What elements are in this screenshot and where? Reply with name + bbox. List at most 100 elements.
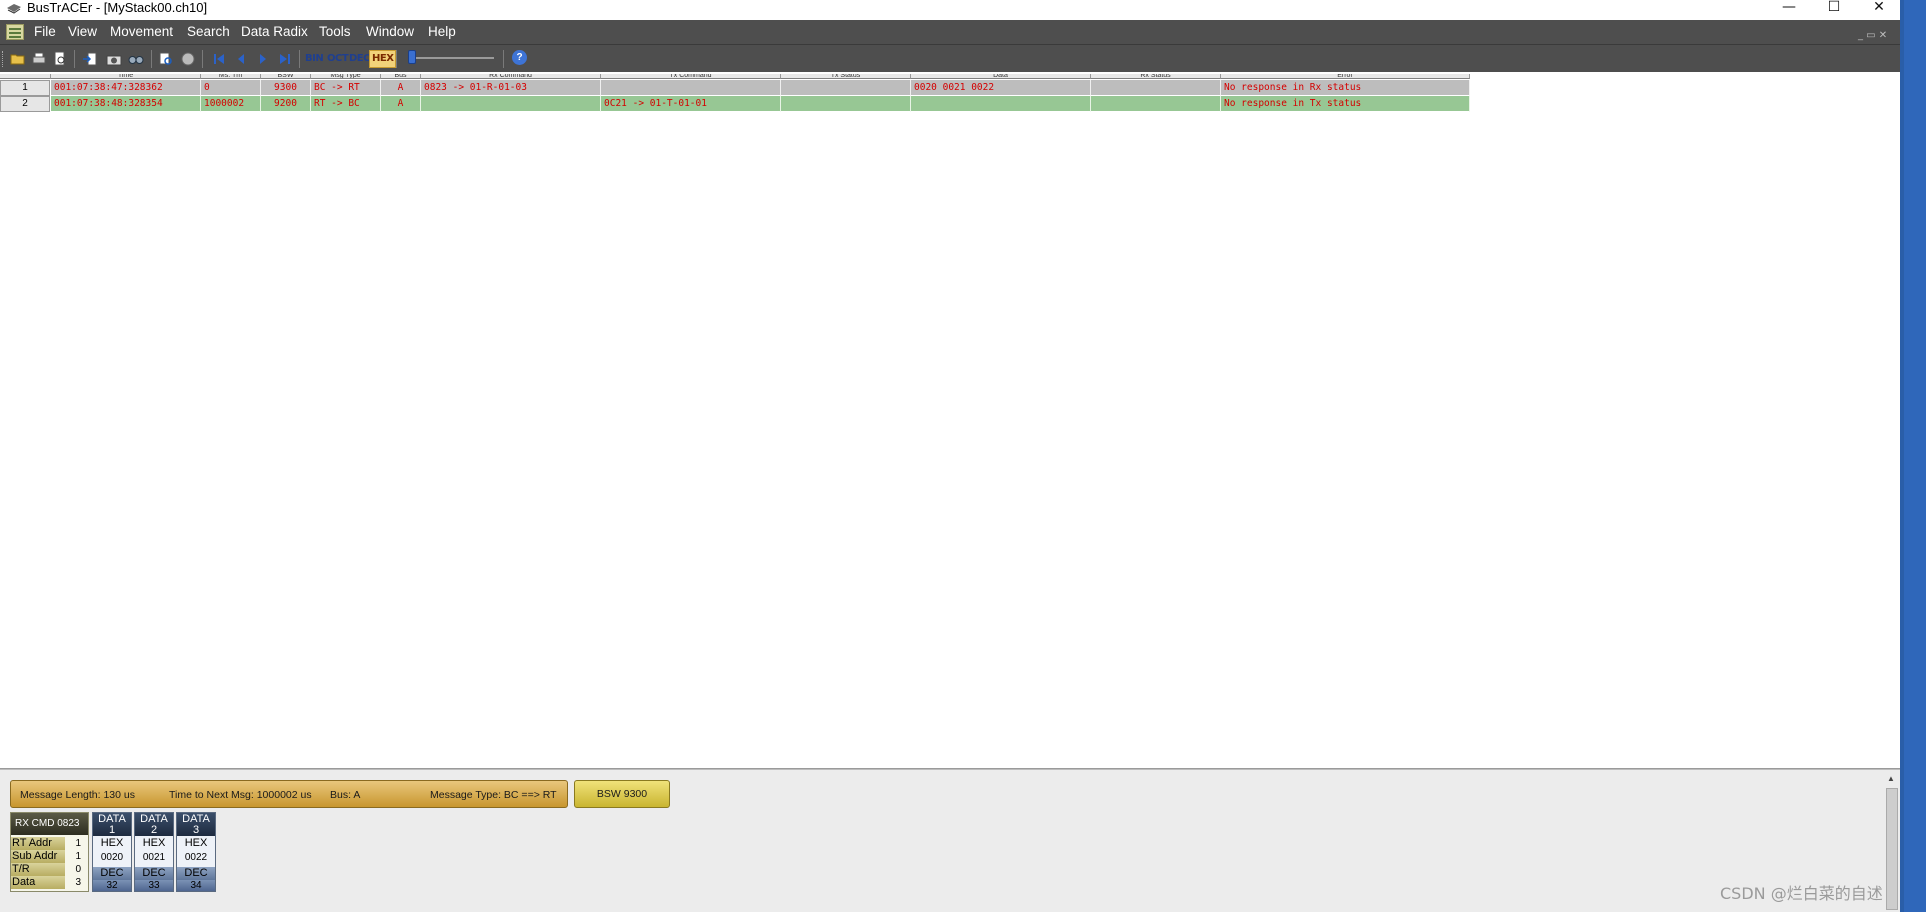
speed-slider-thumb[interactable]: [408, 50, 416, 64]
toolbar-separator: [299, 50, 300, 68]
toolbar-separator: [202, 50, 203, 68]
bsw-button[interactable]: BSW 9300: [574, 780, 670, 808]
app-icon: [7, 4, 21, 14]
table-row[interactable]: 1 001:07:38:47:328362 0 9300 BC -> RT A …: [0, 80, 1470, 96]
menu-movement[interactable]: Movement: [110, 24, 173, 40]
toolbar-grip[interactable]: [2, 51, 5, 67]
pane-splitter[interactable]: [0, 768, 1900, 769]
close-button[interactable]: ✕: [1856, 0, 1902, 20]
column-header-tx-command[interactable]: Tx Command: [601, 74, 781, 79]
column-header-gap[interactable]: Ms. Tm: [201, 74, 261, 79]
next-icon[interactable]: [255, 51, 271, 67]
cell-tx-command: 0C21 -> 01-T-01-01: [601, 96, 781, 112]
column-header-tx-status[interactable]: Tx Status: [781, 74, 911, 79]
scrollbar-thumb[interactable]: [1886, 788, 1898, 910]
open-icon[interactable]: [10, 51, 26, 67]
cell-bsw: 9300: [261, 80, 311, 96]
cell-bus: A: [381, 80, 421, 96]
cell-bsw: 9200: [261, 96, 311, 112]
export-icon[interactable]: [82, 51, 98, 67]
print-preview-icon[interactable]: [52, 51, 68, 67]
cell-error: No response in Rx status: [1221, 80, 1470, 96]
window-title: BusTrACEr - [MyStack00.ch10]: [27, 0, 208, 15]
radix-dec-button[interactable]: DEC: [349, 53, 370, 64]
desktop-background: [1904, 0, 1926, 912]
message-length-label: Message Length: 130 us: [20, 789, 135, 801]
menu-help[interactable]: Help: [428, 24, 456, 40]
cell-error: No response in Tx status: [1221, 96, 1470, 112]
column-header-bsw[interactable]: BSW: [261, 74, 311, 79]
last-icon[interactable]: [277, 51, 293, 67]
data-count-label: Data: [11, 876, 65, 889]
menu-search[interactable]: Search: [187, 24, 230, 40]
speed-slider-track[interactable]: [408, 57, 494, 59]
data-word-2[interactable]: DATA 2 HEX 0021 DEC 33: [134, 812, 174, 892]
menu-tools[interactable]: Tools: [319, 24, 351, 40]
data-word-1[interactable]: DATA 1 HEX 0020 DEC 32: [92, 812, 132, 892]
radix-bin-button[interactable]: BIN: [305, 53, 324, 64]
row-number[interactable]: 2: [0, 96, 50, 112]
row-number[interactable]: 1: [0, 80, 50, 96]
column-header-error[interactable]: Error: [1221, 74, 1470, 79]
table-row[interactable]: 2 001:07:38:48:328354 1000002 9200 RT ->…: [0, 96, 1470, 112]
toolbar-separator: [396, 50, 397, 68]
cell-data: 0020 0021 0022: [911, 80, 1091, 96]
mdi-document-icon[interactable]: [6, 24, 24, 40]
tr-value: 0: [75, 864, 81, 875]
mdi-child-controls[interactable]: _ ▭ ✕: [1858, 30, 1887, 41]
watermark: CSDN @烂白菜的自述: [1720, 884, 1883, 903]
radix-hex-button[interactable]: HEX: [369, 50, 397, 68]
menu-file[interactable]: File: [34, 24, 56, 40]
sub-addr-label: Sub Addr: [11, 850, 65, 863]
rx-command-box: RX CMD 0823 RT Addr 1 Sub Addr 1 T/R 0 D…: [10, 812, 89, 892]
cell-rx-command: 0823 -> 01-R-01-03: [421, 80, 601, 96]
minimize-button[interactable]: —: [1766, 0, 1812, 20]
dec-label: DEC: [135, 867, 173, 880]
help-icon[interactable]: ?: [512, 50, 527, 65]
data-word-title: DATA 1: [93, 813, 131, 836]
time-to-next-label: Time to Next Msg: 1000002 us: [169, 789, 312, 801]
cell-data: [911, 96, 1091, 112]
dec-value: 33: [135, 880, 173, 891]
hex-label: HEX: [100, 837, 124, 849]
column-header-time[interactable]: Time: [51, 74, 201, 79]
menu-view[interactable]: View: [68, 24, 97, 40]
data-word-3[interactable]: DATA 3 HEX 0022 DEC 34: [176, 812, 216, 892]
hex-value: 0020: [100, 852, 124, 863]
hex-value: 0021: [142, 852, 166, 863]
dec-value: 34: [177, 880, 215, 891]
column-header-data[interactable]: Data: [911, 74, 1091, 79]
column-header-rx-command[interactable]: Rx Command: [421, 74, 601, 79]
first-icon[interactable]: [211, 51, 227, 67]
rx-command-title: RX CMD 0823: [11, 813, 88, 835]
filter-icon[interactable]: [158, 51, 174, 67]
message-type-label: Message Type: BC ==> RT: [430, 789, 557, 801]
cell-bus: A: [381, 96, 421, 112]
column-header-bus[interactable]: Bus: [381, 74, 421, 79]
menu-data-radix[interactable]: Data Radix: [241, 24, 308, 40]
maximize-button[interactable]: ☐: [1811, 0, 1857, 20]
camera-icon[interactable]: [106, 51, 122, 67]
dec-label: DEC: [93, 867, 131, 880]
print-icon[interactable]: [31, 51, 47, 67]
hex-value: 0022: [184, 852, 208, 863]
column-header-msg-type[interactable]: Msg Type: [311, 74, 381, 79]
column-header-rx-status[interactable]: Rx Status: [1091, 74, 1221, 79]
column-header-rownum[interactable]: [0, 74, 51, 79]
rt-addr-value: 1: [75, 838, 81, 849]
cell-tx-status: [781, 80, 911, 96]
cell-rx-status: [1091, 80, 1221, 96]
cell-rx-status: [1091, 96, 1221, 112]
stop-icon[interactable]: [180, 51, 196, 67]
menu-window[interactable]: Window: [366, 24, 414, 40]
scroll-up-arrow-icon[interactable]: ▲: [1887, 774, 1895, 783]
find-icon[interactable]: [128, 51, 144, 67]
prev-icon[interactable]: [233, 51, 249, 67]
cell-msg-type: BC -> RT: [311, 80, 381, 96]
radix-oct-button[interactable]: OCT: [327, 53, 349, 64]
toolbar-separator: [74, 50, 75, 68]
hex-label: HEX: [142, 837, 166, 849]
cell-tx-command: [601, 80, 781, 96]
message-grid: Time Ms. Tm BSW Msg Type Bus Rx Command …: [0, 74, 1904, 768]
detail-scrollbar[interactable]: ▲: [1884, 772, 1900, 912]
